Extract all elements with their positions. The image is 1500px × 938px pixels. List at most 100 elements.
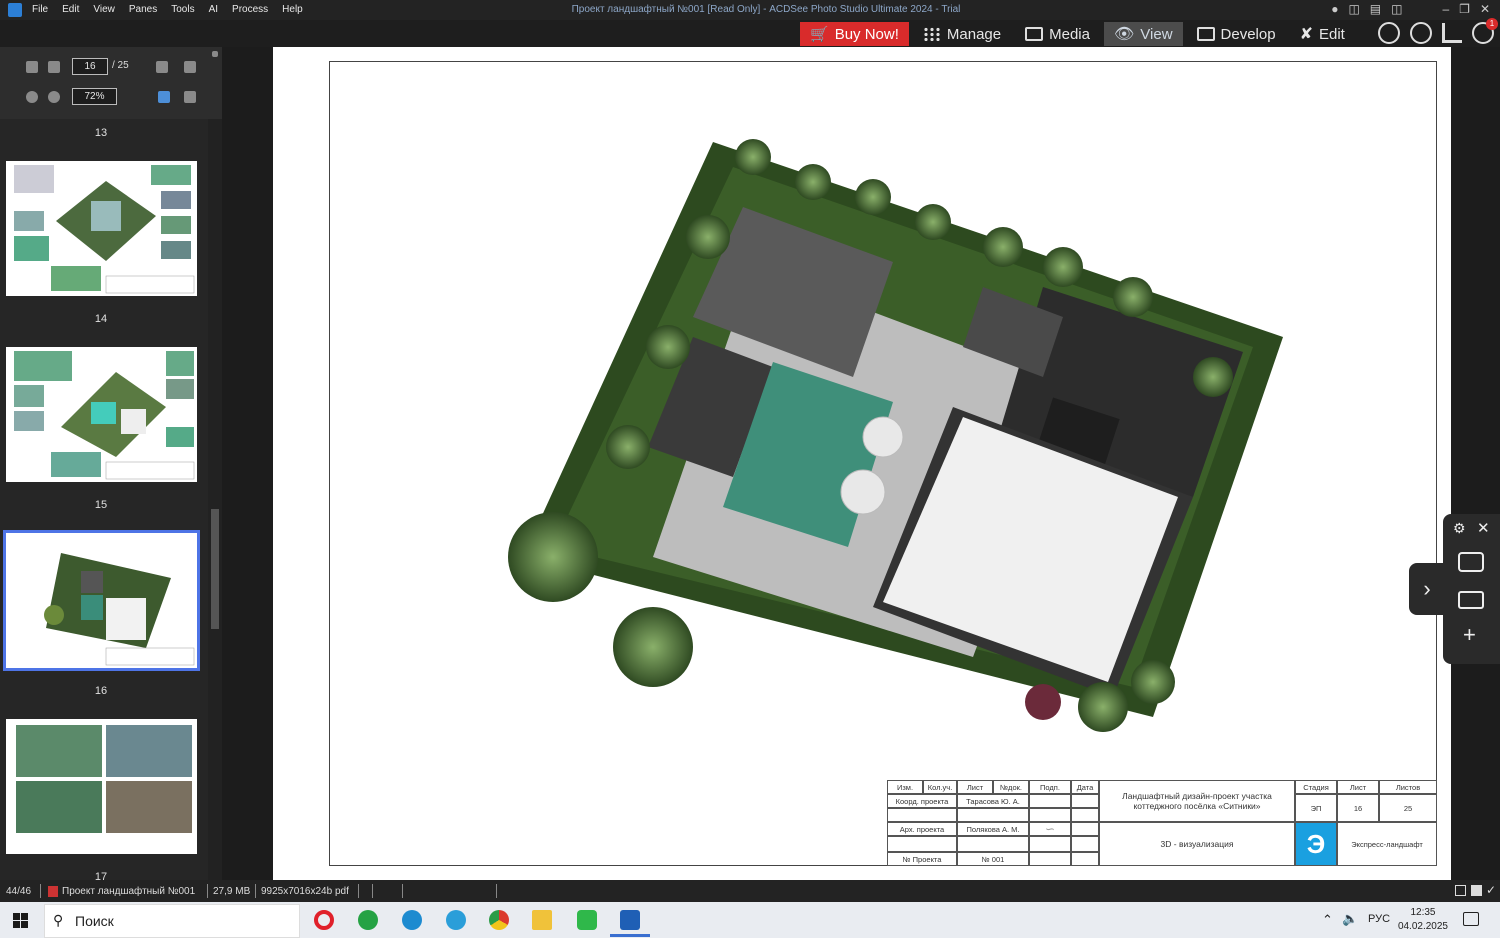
page-thumbnail-14[interactable] (6, 161, 197, 296)
mode-media-label: Media (1049, 25, 1090, 43)
minimize-icon[interactable]: – (1442, 2, 1449, 16)
mode-view[interactable]: 👁 View (1103, 22, 1183, 46)
tb-header: Лист (957, 780, 993, 794)
tb-project-title: Ландшафтный дизайн-проект участка коттед… (1099, 780, 1295, 822)
tb-arch-label: Арх. проекта (887, 822, 957, 836)
next-page-icon[interactable] (48, 61, 60, 73)
whatsapp-icon[interactable] (358, 910, 378, 930)
buy-now-button[interactable]: 🛒 Buy Now! (800, 22, 909, 46)
thumbnail-scrollbar[interactable] (208, 119, 222, 880)
page-total: / 25 (112, 60, 129, 71)
thumb-number: 14 (94, 313, 108, 325)
notification-center-icon[interactable] (1463, 912, 1479, 926)
add-icon[interactable]: + (1463, 622, 1476, 648)
capture-widget: ⚙ ✕ + (1443, 514, 1500, 664)
tb-projnum: № 001 (957, 852, 1029, 866)
eye-icon: 👁 (1113, 26, 1135, 43)
speaker-icon[interactable]: 🔈 (1342, 911, 1358, 927)
video-icon[interactable] (1458, 591, 1484, 609)
separator (372, 884, 373, 898)
pane-pin-icon[interactable] (212, 51, 218, 57)
clock[interactable]: 12:35 04.02.2025 (1398, 906, 1448, 934)
layout-left-icon[interactable]: ◫ (1348, 2, 1359, 16)
clock-date: 04.02.2025 (1397, 921, 1448, 932)
search-icon: ⚲ (53, 912, 64, 928)
window-controls: ● ◫ ▤ ◫ – ❐ ✕ (1331, 2, 1490, 16)
site-plan-3d-render (508, 139, 1283, 732)
mode-manage-label: Manage (946, 25, 1002, 43)
title-bar: File Edit View Panes Tools AI Process He… (0, 0, 1500, 20)
company-logo: Э (1295, 822, 1337, 866)
zoom-out-icon[interactable] (48, 91, 60, 103)
acdsee-icon[interactable] (620, 910, 640, 930)
tb-visual: 3D - визуализация (1099, 822, 1295, 866)
tb-empty (1029, 852, 1071, 866)
status-dimensions: 9925x7016x24b pdf (261, 886, 349, 897)
edit-mode-icon[interactable] (1471, 885, 1482, 896)
check-icon[interactable]: ✓ (1486, 883, 1496, 897)
mode-view-label: View (1140, 25, 1173, 43)
active-app-indicator (610, 934, 650, 937)
365-icon[interactable] (1410, 22, 1432, 44)
windows-taskbar: ⚲ Поиск ⌃ 🔈 РУС 12:35 04.02.2025 (0, 902, 1500, 938)
chrome-icon[interactable] (489, 910, 509, 930)
print-icon[interactable] (184, 61, 196, 73)
separator (40, 884, 41, 898)
clock-time: 12:35 (1410, 907, 1436, 918)
mode-manage[interactable]: Manage (913, 22, 1011, 46)
camera-icon[interactable] (1458, 552, 1484, 572)
mode-develop-label: Develop (1220, 25, 1276, 43)
edge-icon[interactable] (402, 910, 422, 930)
tb-sheets-header: Листов (1379, 780, 1437, 794)
windows-start-icon[interactable] (13, 913, 28, 928)
fit-width-icon[interactable] (184, 91, 196, 103)
scrollbar-thumb[interactable] (211, 509, 219, 629)
language-indicator[interactable]: РУС (1368, 913, 1390, 925)
stats-icon[interactable] (1442, 23, 1462, 43)
zoom-in-icon[interactable] (26, 91, 38, 103)
tb-empty (1071, 808, 1099, 822)
tb-header: Изм. (887, 780, 923, 794)
notifications-icon[interactable]: 1 (1472, 18, 1498, 44)
pdf-page: Изм. Кол.уч. Лист №док. Подп. Дата Коорд… (273, 47, 1451, 880)
tb-header: Дата (1071, 780, 1099, 794)
telegram-icon[interactable] (446, 910, 466, 930)
close-widget-icon[interactable]: ✕ (1477, 519, 1490, 537)
restore-icon[interactable]: ❐ (1459, 2, 1470, 16)
fit-page-icon[interactable] (158, 91, 170, 103)
thumb-number: 16 (94, 685, 108, 697)
open-folder-icon[interactable] (156, 61, 168, 73)
cart-icon: 🛒 (810, 26, 829, 43)
tb-empty (957, 836, 1029, 852)
taskbar-search[interactable]: ⚲ Поиск (44, 904, 300, 938)
zoom-input[interactable]: 72% (72, 88, 117, 105)
opera-icon[interactable] (314, 910, 334, 930)
notification-badge: 1 (1486, 18, 1498, 30)
mode-edit[interactable]: ✘ Edit (1290, 22, 1355, 46)
page-thumbnail-16[interactable] (3, 530, 200, 671)
edit-tools-icon: ✘ (1299, 26, 1313, 43)
separator (207, 884, 208, 898)
page-thumbnail-15[interactable] (6, 347, 197, 482)
page-thumbnail-17[interactable] (6, 719, 197, 854)
mode-edit-label: Edit (1318, 25, 1345, 43)
capture-expand-button[interactable]: › (1409, 563, 1445, 615)
file-explorer-icon[interactable] (532, 910, 552, 930)
layout-right-icon[interactable]: ◫ (1391, 2, 1402, 16)
thumbnail-preview (44, 553, 195, 666)
chevron-up-icon[interactable]: ⌃ (1322, 912, 1333, 928)
right-toolbar: 1 (1378, 18, 1498, 44)
mode-media[interactable]: Media (1015, 22, 1100, 46)
tb-empty (887, 808, 957, 822)
mode-develop[interactable]: Develop (1187, 22, 1286, 46)
prev-page-icon[interactable] (26, 61, 38, 73)
account-icon[interactable]: ● (1331, 2, 1338, 16)
layout-bottom-icon[interactable]: ▤ (1370, 2, 1381, 16)
settings-icon[interactable]: ⚙ (1453, 520, 1466, 537)
globe-icon[interactable] (1378, 22, 1400, 44)
close-icon[interactable]: ✕ (1480, 2, 1490, 16)
tb-sheet-header: Лист (1337, 780, 1379, 794)
view-mode-icon[interactable] (1455, 885, 1466, 896)
screen-capture-icon[interactable] (577, 910, 597, 930)
page-number-input[interactable]: 16 (72, 58, 108, 75)
